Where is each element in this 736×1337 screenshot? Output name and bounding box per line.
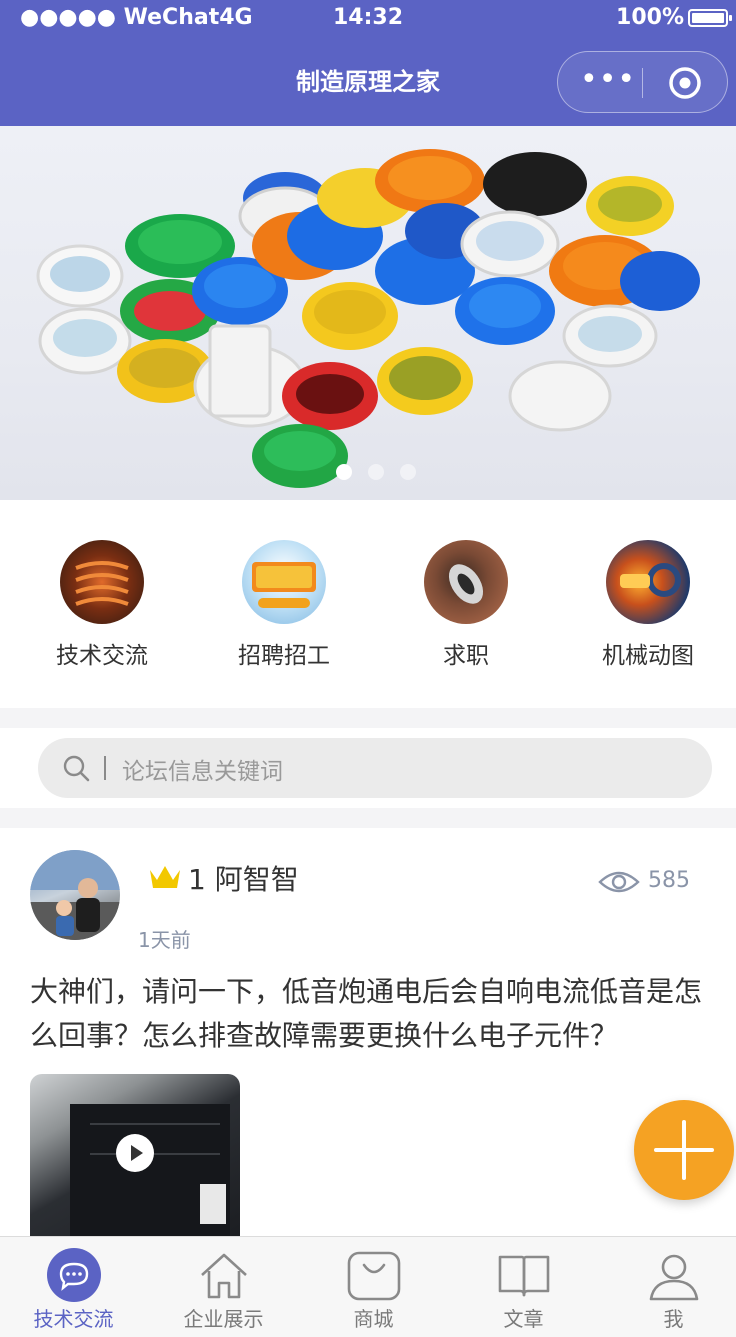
avatar[interactable] <box>30 850 120 940</box>
add-post-button[interactable] <box>634 1100 734 1200</box>
post-video-thumbnail[interactable] <box>30 1074 240 1236</box>
post-card[interactable]: 1 阿智智 1天前 585 大神们，请问一下，低音炮通电后会自响电流低音是怎么回… <box>0 828 736 1236</box>
job-photo-icon <box>424 540 508 624</box>
home-icon <box>200 1253 247 1299</box>
quick-item-machine-gif[interactable]: 机械动图 <box>578 540 718 670</box>
carousel-dot-1[interactable] <box>336 464 352 480</box>
crown-icon <box>150 866 180 888</box>
book-icon <box>498 1255 549 1297</box>
play-icon[interactable] <box>116 1134 154 1172</box>
user-level: 1 <box>188 863 206 896</box>
search-section: 论坛信息关键词 <box>0 728 736 808</box>
mini-program-capsule: ••• <box>557 51 728 113</box>
tab-articles[interactable]: 文章 <box>450 1237 597 1337</box>
quick-menu: 技术交流 招聘招工 求职 机械动图 <box>0 500 736 708</box>
post-content[interactable]: 大神们，请问一下，低音炮通电后会自响电流低音是怎么回事？怎么排查故障需要更换什么… <box>30 970 726 1058</box>
carousel-dot-2[interactable] <box>368 464 384 480</box>
quick-item-recruit[interactable]: 招聘招工 <box>214 540 354 670</box>
tab-label: 商城 <box>353 1307 394 1331</box>
machine-gif-icon <box>606 540 690 624</box>
tab-label: 我 <box>663 1307 684 1331</box>
close-target-icon[interactable] <box>668 66 702 100</box>
battery-percent: 100% <box>616 5 684 30</box>
shopping-bag-icon <box>347 1251 400 1301</box>
search-placeholder: 论坛信息关键词 <box>122 759 283 785</box>
quick-item-label: 求职 <box>443 643 489 669</box>
status-bar: ●●●●● WeChat4G 14:32 100% <box>0 0 736 36</box>
search-input[interactable]: 论坛信息关键词 <box>38 738 712 798</box>
more-icon[interactable]: ••• <box>580 65 636 95</box>
tab-label: 技术交流 <box>33 1307 114 1331</box>
post-author[interactable]: 1 阿智智 <box>188 858 299 898</box>
username: 阿智智 <box>214 863 299 896</box>
view-count: 585 <box>648 868 690 893</box>
quick-item-job-seeking[interactable]: 求职 <box>396 540 536 670</box>
user-icon <box>649 1254 698 1301</box>
tab-enterprise[interactable]: 企业展示 <box>150 1237 297 1337</box>
quick-item-label: 机械动图 <box>602 643 694 669</box>
tab-shop[interactable]: 商城 <box>300 1237 447 1337</box>
capsule-divider <box>642 68 643 98</box>
battery-icon <box>688 9 732 27</box>
app-header: ●●●●● WeChat4G 14:32 100% 制造原理之家 ••• <box>0 0 736 126</box>
bottom-tab-bar: 技术交流 企业展示 商城 文章 我 <box>0 1236 736 1337</box>
banner-carousel[interactable] <box>0 126 736 500</box>
post-time: 1天前 <box>138 928 191 952</box>
quick-item-label: 招聘招工 <box>238 643 330 669</box>
tab-tech-exchange[interactable]: 技术交流 <box>0 1237 147 1337</box>
bottle-caps-image <box>36 149 700 488</box>
quick-item-tech-exchange[interactable]: 技术交流 <box>32 540 172 670</box>
chat-bubble-icon <box>46 1248 101 1302</box>
tab-label: 文章 <box>503 1307 544 1331</box>
eye-icon <box>598 871 640 893</box>
tab-label: 企业展示 <box>183 1307 264 1331</box>
carousel-indicators <box>0 462 736 482</box>
tab-me[interactable]: 我 <box>600 1237 736 1337</box>
search-separator <box>104 756 106 780</box>
recruit-badge-icon <box>242 540 326 624</box>
carousel-dot-3[interactable] <box>400 464 416 480</box>
search-icon <box>63 755 90 782</box>
coil-photo-icon <box>60 540 144 624</box>
quick-item-label: 技术交流 <box>56 643 148 669</box>
